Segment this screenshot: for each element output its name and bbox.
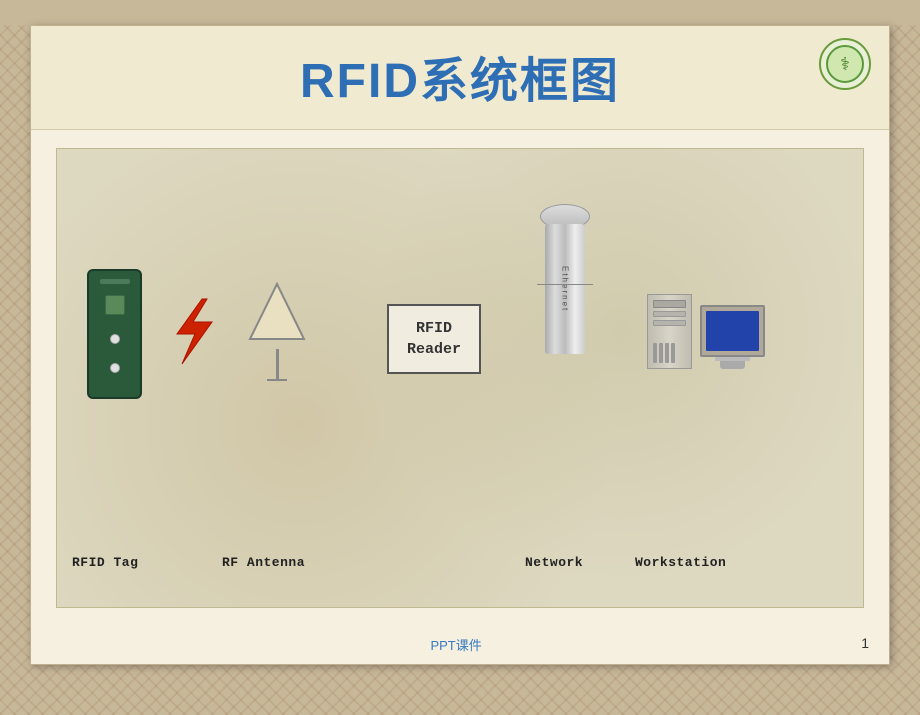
antenna-component [242, 279, 312, 381]
pc-tower [647, 294, 692, 369]
cylinder-line [537, 284, 593, 285]
rfid-tag-chip [105, 295, 125, 315]
rf-signal [157, 294, 227, 374]
pc-vent-4 [671, 343, 675, 363]
slide-title: RFID系统框图 [300, 41, 620, 111]
pc-vent-1 [653, 343, 657, 363]
pc-vent-3 [665, 343, 669, 363]
ethernet-label: Ethernet [561, 266, 570, 312]
rfid-reader-label-1: RFID [407, 318, 461, 339]
rfid-tag-card [87, 269, 142, 399]
pc-vents [653, 343, 686, 363]
pc-monitor [700, 305, 765, 369]
rf-antenna-label: RF Antenna [222, 555, 305, 570]
rfid-reader-box: RFID Reader [367, 304, 501, 374]
workstation-component [647, 294, 765, 369]
antenna-base [267, 379, 287, 381]
rfid-tag-dot-2 [110, 363, 120, 373]
logo-icon: ⚕ [825, 44, 865, 84]
network-component: Ethernet [545, 204, 585, 364]
cylinder-body: Ethernet [545, 224, 585, 354]
rfid-tag-label: RFID Tag [72, 555, 138, 570]
rfid-reader: RFID Reader [387, 304, 481, 374]
footer: PPT课件 1 [31, 635, 889, 654]
lightning-icon [157, 294, 227, 369]
title-area: RFID系统框图 ⚕ [31, 26, 889, 130]
antenna-stem [276, 349, 279, 379]
svg-text:⚕: ⚕ [840, 54, 850, 74]
workstation-label: Workstation [635, 555, 726, 570]
rfid-tag-dot-1 [110, 334, 120, 344]
pc-drive-2 [653, 311, 686, 317]
pc-drive-3 [653, 320, 686, 326]
pc-drive-1 [653, 300, 686, 308]
pc-vent-2 [659, 343, 663, 363]
diagram-area: RFID Reader Ethernet [56, 148, 864, 608]
rfid-reader-label-2: Reader [407, 339, 461, 360]
pc-unit [647, 294, 765, 369]
ppt-label: PPT课件 [430, 635, 481, 654]
network-cylinder: Ethernet [545, 204, 585, 364]
antenna-icon [242, 279, 312, 349]
page-number: 1 [861, 635, 869, 654]
rfid-tag-stripe [100, 279, 130, 284]
logo-badge: ⚕ [819, 38, 871, 90]
monitor-screen-inner [706, 311, 759, 351]
monitor-base [720, 361, 745, 369]
monitor-screen-outer [700, 305, 765, 357]
slide-container: RFID系统框图 ⚕ [30, 25, 890, 665]
network-label: Network [525, 555, 583, 570]
